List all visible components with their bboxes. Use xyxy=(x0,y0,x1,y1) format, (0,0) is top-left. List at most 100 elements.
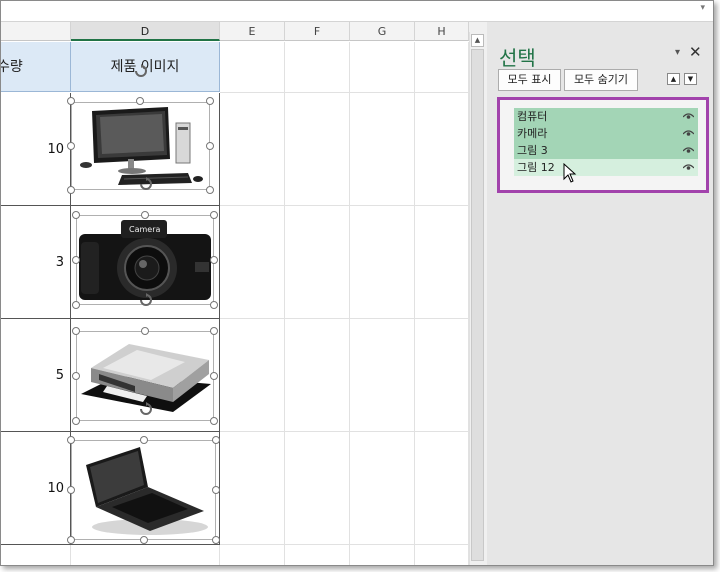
grid-cell[interactable] xyxy=(285,432,350,545)
resize-handle[interactable] xyxy=(136,97,144,105)
rotate-handle-icon[interactable] xyxy=(139,293,153,307)
resize-handle[interactable] xyxy=(67,186,75,194)
cell-g1[interactable] xyxy=(350,42,415,93)
vertical-scrollbar[interactable]: ▲ xyxy=(469,32,484,565)
grid-cell[interactable] xyxy=(220,206,285,319)
resize-handle[interactable] xyxy=(210,372,218,380)
resize-handle[interactable] xyxy=(140,436,148,444)
eye-icon[interactable] xyxy=(683,129,694,137)
resize-handle[interactable] xyxy=(210,327,218,335)
resize-handle[interactable] xyxy=(210,301,218,309)
qty-cell[interactable]: 10 xyxy=(1,93,71,206)
resize-handle[interactable] xyxy=(141,327,149,335)
resize-handle[interactable] xyxy=(72,256,80,264)
resize-handle[interactable] xyxy=(212,486,220,494)
resize-handle[interactable] xyxy=(206,186,214,194)
column-header-h[interactable]: H xyxy=(415,22,469,41)
resize-handle[interactable] xyxy=(210,417,218,425)
resize-handle[interactable] xyxy=(140,536,148,544)
shape-list: 컴퓨터 카메라 그림 3 그림 12 xyxy=(497,97,709,193)
expand-formula-bar-icon[interactable]: ▾ xyxy=(700,3,705,13)
qty-cell[interactable]: 10 xyxy=(1,432,71,545)
selection-pane: 선택 ▾ ✕ 모두 표시 모두 숨기기 ▲ ▼ 컴퓨터 카메라 그림 3 그림 … xyxy=(487,22,713,565)
grid-cell[interactable] xyxy=(350,545,415,565)
resize-handle[interactable] xyxy=(67,142,75,150)
cell-f1[interactable] xyxy=(285,42,350,93)
grid-cell[interactable] xyxy=(415,319,469,432)
grid-cell[interactable] xyxy=(350,93,415,206)
resize-handle[interactable] xyxy=(72,372,80,380)
camera-picture[interactable]: Camera xyxy=(76,215,214,305)
scrollbar-thumb[interactable] xyxy=(471,49,484,561)
eye-icon[interactable] xyxy=(683,163,694,171)
list-item-label: 카메라 xyxy=(517,127,548,140)
list-item-label: 그림 3 xyxy=(517,144,548,157)
resize-handle[interactable] xyxy=(212,436,220,444)
grid-cell[interactable] xyxy=(350,319,415,432)
resize-handle[interactable] xyxy=(67,486,75,494)
column-header-g[interactable]: G xyxy=(350,22,415,41)
list-item[interactable]: 그림 12 xyxy=(514,159,698,176)
resize-handle[interactable] xyxy=(67,436,75,444)
qty-value: 3 xyxy=(55,255,64,270)
resize-handle[interactable] xyxy=(210,256,218,264)
rotate-handle-icon[interactable] xyxy=(139,402,153,416)
resize-handle[interactable] xyxy=(210,211,218,219)
resize-handle[interactable] xyxy=(72,417,80,425)
worksheet-grid[interactable]: D E F G H 수량 제품 이미지 10 3 5 10 xyxy=(1,22,469,565)
qty-header-text: 수량 xyxy=(1,59,23,75)
resize-handle[interactable] xyxy=(67,97,75,105)
resize-handle[interactable] xyxy=(72,301,80,309)
column-header-f[interactable]: F xyxy=(285,22,350,41)
column-header-d[interactable]: D xyxy=(71,22,220,41)
list-item[interactable]: 컴퓨터 xyxy=(514,108,698,125)
grid-cell[interactable] xyxy=(285,93,350,206)
list-item[interactable]: 카메라 xyxy=(514,125,698,142)
resize-handle[interactable] xyxy=(67,536,75,544)
grid-cell[interactable] xyxy=(220,432,285,545)
rotate-handle-icon[interactable] xyxy=(134,64,148,78)
resize-handle[interactable] xyxy=(72,211,80,219)
resize-handle[interactable] xyxy=(72,327,80,335)
list-item[interactable]: 그림 3 xyxy=(514,142,698,159)
cell-e1[interactable] xyxy=(220,42,285,93)
pane-options-icon[interactable]: ▾ xyxy=(675,47,680,58)
column-header-c[interactable] xyxy=(1,22,71,41)
cell-h1[interactable] xyxy=(415,42,469,93)
qty-header-cell[interactable]: 수량 xyxy=(1,42,71,92)
send-backward-icon[interactable]: ▼ xyxy=(684,73,697,85)
qty-cell-empty[interactable] xyxy=(1,545,71,565)
grid-cell[interactable] xyxy=(285,545,350,565)
resize-handle[interactable] xyxy=(206,97,214,105)
resize-handle[interactable] xyxy=(212,536,220,544)
close-icon[interactable]: ✕ xyxy=(689,43,702,61)
camera-brand-label: Camera xyxy=(129,225,160,234)
grid-cell[interactable] xyxy=(285,206,350,319)
column-header-e[interactable]: E xyxy=(220,22,285,41)
scroll-up-icon[interactable]: ▲ xyxy=(471,34,484,47)
eye-icon[interactable] xyxy=(683,112,694,120)
laptop-picture[interactable] xyxy=(71,440,216,540)
grid-cell[interactable] xyxy=(220,319,285,432)
grid-cell[interactable] xyxy=(415,432,469,545)
grid-cell[interactable] xyxy=(220,93,285,206)
grid-cell[interactable] xyxy=(350,432,415,545)
grid-cell[interactable] xyxy=(415,206,469,319)
qty-cell[interactable]: 5 xyxy=(1,319,71,432)
resize-handle[interactable] xyxy=(141,211,149,219)
bring-forward-icon[interactable]: ▲ xyxy=(667,73,680,85)
grid-cell[interactable] xyxy=(415,545,469,565)
eye-icon[interactable] xyxy=(683,146,694,154)
rotate-handle-icon[interactable] xyxy=(139,177,153,191)
grid-cell[interactable] xyxy=(220,545,285,565)
hide-all-button[interactable]: 모두 숨기기 xyxy=(564,69,638,91)
show-all-button[interactable]: 모두 표시 xyxy=(498,69,561,91)
grid-cell[interactable] xyxy=(350,206,415,319)
resize-handle[interactable] xyxy=(206,142,214,150)
image-cell-empty[interactable] xyxy=(71,545,220,565)
qty-value: 10 xyxy=(47,142,64,157)
qty-cell[interactable]: 3 xyxy=(1,206,71,319)
grid-cell[interactable] xyxy=(285,319,350,432)
grid-cell[interactable] xyxy=(415,93,469,206)
mouse-cursor-icon xyxy=(563,163,577,183)
